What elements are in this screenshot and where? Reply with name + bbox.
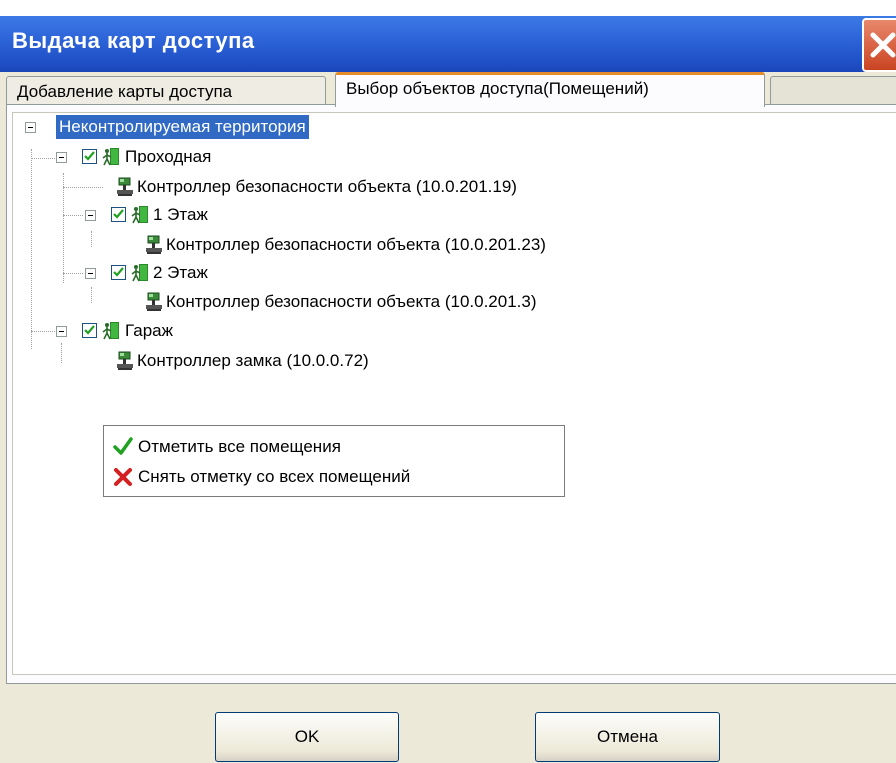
- tree-node-label: 1 Этаж: [153, 205, 208, 224]
- checkbox[interactable]: [111, 265, 126, 280]
- tab-strip-filler: [770, 76, 896, 106]
- door-icon: [102, 148, 119, 166]
- window-title: Выдача карт доступа: [12, 28, 255, 53]
- title-bar: Выдача карт доступа: [0, 0, 896, 72]
- door-icon: [131, 264, 148, 282]
- menu-item-label: Снять отметку со всех помещений: [138, 467, 411, 486]
- checkbox[interactable]: [82, 323, 97, 338]
- menu-item-label: Отметить все помещения: [138, 437, 341, 456]
- tree-node-label: Контроллер замка (10.0.0.72): [137, 351, 369, 370]
- button-bar: [0, 684, 896, 763]
- ok-button[interactable]: OK: [215, 712, 399, 762]
- check-icon: [113, 209, 124, 219]
- check-icon: [113, 437, 133, 455]
- controller-icon: [117, 351, 133, 370]
- tree-node-floor-2[interactable]: 2 Этаж: [13, 261, 513, 285]
- tree-node-floor-1[interactable]: 1 Этаж: [13, 203, 513, 227]
- menu-item-check-all[interactable]: Отметить все помещения: [108, 434, 558, 460]
- tab-strip: Добавление карты доступа Выбор объектов …: [0, 72, 896, 107]
- check-icon: [84, 151, 95, 161]
- tree-node-controller[interactable]: Контроллер безопасности объекта (10.0.20…: [13, 290, 733, 314]
- tab-select-objects[interactable]: Выбор объектов доступа(Помещений): [335, 72, 765, 107]
- door-icon: [131, 206, 148, 224]
- tree-node-label: 2 Этаж: [153, 263, 208, 282]
- tree-node-controller[interactable]: Контроллер замка (10.0.0.72): [13, 349, 613, 373]
- check-icon: [84, 325, 95, 335]
- tree-node-label: Контроллер безопасности объекта (10.0.20…: [166, 292, 537, 311]
- controller-icon: [117, 177, 133, 196]
- cross-icon: [114, 468, 132, 486]
- tab-add-card[interactable]: Добавление карты доступа: [6, 76, 326, 106]
- menu-item-uncheck-all[interactable]: Снять отметку со всех помещений: [108, 464, 558, 490]
- controller-icon: [146, 235, 162, 254]
- tree-node-label: Проходная: [125, 147, 212, 166]
- dialog-window: Выдача карт доступа Добавление карты дос…: [0, 0, 896, 763]
- tree-node-label: Гараж: [125, 321, 173, 340]
- context-menu: Отметить все помещения Снять отметку со …: [103, 425, 565, 497]
- tree-node-entrance[interactable]: Проходная: [13, 145, 513, 169]
- controller-icon: [146, 292, 162, 311]
- check-icon: [113, 267, 124, 277]
- tree-node-root[interactable]: Неконтролируемая территория: [13, 115, 513, 139]
- tree-node-controller[interactable]: Контроллер безопасности объекта (10.0.20…: [13, 233, 733, 257]
- close-icon: [870, 32, 896, 58]
- door-icon: [102, 322, 119, 340]
- collapse-icon[interactable]: [56, 152, 67, 163]
- close-button[interactable]: [862, 18, 896, 72]
- tree-node-controller[interactable]: Контроллер безопасности объекта (10.0.20…: [13, 175, 713, 199]
- collapse-icon[interactable]: [85, 268, 96, 279]
- tree-node-label: Контроллер безопасности объекта (10.0.20…: [166, 235, 546, 254]
- collapse-icon[interactable]: [85, 210, 96, 221]
- object-tree[interactable]: Неконтролируемая территория Проходная Ко…: [12, 112, 896, 675]
- tree-node-label: Неконтролируемая территория: [56, 115, 309, 139]
- collapse-icon[interactable]: [56, 326, 67, 337]
- tree-node-label: Контроллер безопасности объекта (10.0.20…: [137, 177, 517, 196]
- tree-node-garage[interactable]: Гараж: [13, 319, 513, 343]
- cancel-button[interactable]: Отмена: [535, 712, 720, 762]
- collapse-icon[interactable]: [25, 122, 36, 133]
- checkbox[interactable]: [82, 149, 97, 164]
- checkbox[interactable]: [111, 207, 126, 222]
